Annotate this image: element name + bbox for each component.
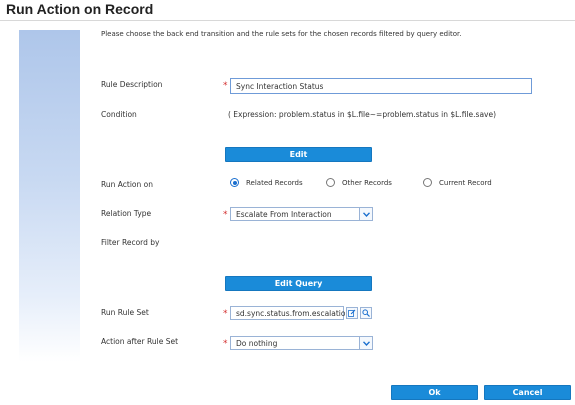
- search-icon[interactable]: [360, 307, 372, 319]
- rule-description-label: Rule Description: [101, 80, 163, 89]
- instructions-text: Please choose the back end transition an…: [101, 30, 462, 38]
- relation-type-value: Escalate From Interaction: [236, 209, 332, 219]
- dialog-title: Run Action on Record: [6, 1, 154, 17]
- radio-label[interactable]: Related Records: [246, 179, 303, 187]
- run-action-on-label: Run Action on: [101, 180, 153, 189]
- required-marker: *: [223, 81, 228, 91]
- action-after-rule-set-label: Action after Rule Set: [101, 337, 179, 346]
- edit-button[interactable]: Edit: [225, 147, 372, 162]
- relation-type-label: Relation Type: [101, 209, 152, 218]
- radio-unselected-icon[interactable]: [423, 178, 432, 187]
- ok-button[interactable]: Ok: [391, 385, 478, 400]
- edit-query-button[interactable]: Edit Query: [225, 276, 372, 291]
- chevron-down-icon[interactable]: [359, 208, 372, 220]
- edit-file-icon[interactable]: [346, 307, 358, 319]
- radio-label[interactable]: Other Records: [342, 179, 392, 187]
- relation-type-select[interactable]: Escalate From Interaction: [230, 207, 373, 221]
- run-rule-set-input[interactable]: sd.sync.status.from.escalation: [230, 306, 350, 320]
- radio-label[interactable]: Current Record: [439, 179, 492, 187]
- condition-label: Condition: [101, 110, 137, 119]
- radio-current-record[interactable]: Current Record: [423, 178, 492, 187]
- radio-other-records[interactable]: Other Records: [326, 178, 392, 187]
- title-divider: [0, 20, 575, 21]
- radio-selected-icon[interactable]: [230, 178, 239, 187]
- action-after-rule-set-select[interactable]: Do nothing: [230, 336, 373, 350]
- chevron-down-icon[interactable]: [359, 337, 372, 349]
- required-marker: *: [223, 309, 228, 319]
- decorative-side-panel: [19, 30, 80, 362]
- condition-expression: ( Expression: problem.status in $L.file~…: [228, 110, 497, 119]
- rule-description-input[interactable]: Sync Interaction Status: [230, 78, 532, 94]
- cancel-button[interactable]: Cancel: [484, 385, 571, 400]
- action-after-rule-set-value: Do nothing: [236, 338, 278, 348]
- required-marker: *: [223, 339, 228, 349]
- radio-unselected-icon[interactable]: [326, 178, 335, 187]
- run-rule-set-label: Run Rule Set: [101, 308, 149, 317]
- radio-related-records[interactable]: Related Records: [230, 178, 303, 187]
- required-marker: *: [223, 210, 228, 220]
- filter-record-by-label: Filter Record by: [101, 238, 160, 247]
